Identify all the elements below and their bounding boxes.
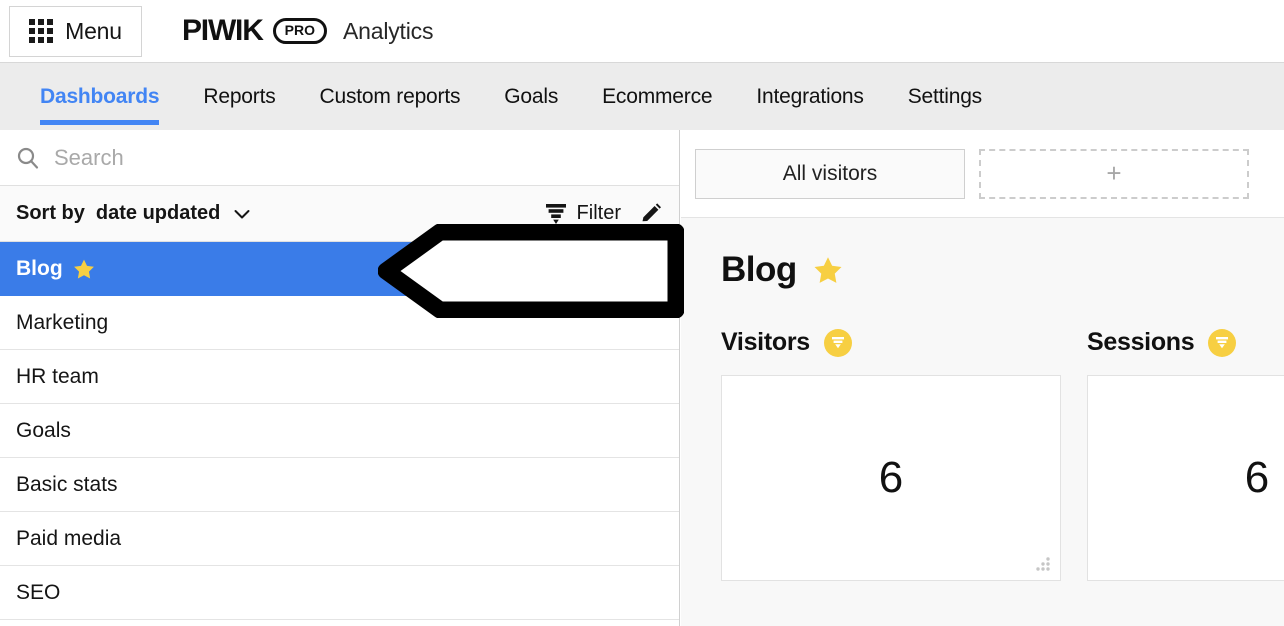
filter-button-label: Filter: [576, 202, 621, 224]
dashboard-item-goals[interactable]: Goals: [0, 404, 679, 458]
resize-grip-icon[interactable]: [1034, 555, 1052, 573]
dashboard-main-panel: All visitors + Blog Visitors 6 Sessions …: [681, 130, 1284, 626]
tab-custom-reports-label: Custom reports: [319, 85, 461, 108]
dashboard-item-label: Goals: [16, 418, 71, 442]
dashboard-item-label: Basic stats: [16, 472, 118, 496]
add-segment-button[interactable]: +: [979, 148, 1249, 199]
segment-all-visitors-label: All visitors: [782, 161, 878, 185]
pencil-icon[interactable]: [639, 202, 663, 226]
star-icon[interactable]: [73, 258, 95, 280]
dashboard-item-label: HR team: [16, 364, 99, 388]
dashboard-item-paid-media[interactable]: Paid media: [0, 512, 679, 566]
dashboard-item-label: SEO: [16, 580, 61, 604]
dashboard-sidebar: Sort by date updated Filter: [0, 130, 680, 626]
brand-logo: PIWIK PRO Analytics: [182, 14, 433, 48]
funnel-glyph-icon: [831, 337, 844, 349]
widget-header: Visitors: [721, 328, 1061, 357]
menu-button[interactable]: Menu: [9, 5, 142, 57]
tab-integrations[interactable]: Integrations: [734, 63, 885, 131]
segment-all-visitors-button[interactable]: All visitors: [695, 148, 965, 199]
widget-grid: Visitors 6 Sessions 6: [681, 290, 1284, 581]
dashboard-item-blog[interactable]: Blog: [0, 242, 679, 296]
tab-goals-label: Goals: [504, 85, 559, 108]
tab-reports-label: Reports: [203, 85, 276, 108]
tab-settings-label: Settings: [907, 85, 982, 108]
top-bar: Menu PIWIK PRO Analytics: [0, 0, 1284, 62]
sort-row-actions: Filter: [545, 202, 663, 226]
widget-value: 6: [1244, 453, 1270, 502]
widget-title: Visitors: [721, 328, 810, 356]
funnel-glyph-icon: [1216, 337, 1229, 349]
sort-by-value[interactable]: date updated: [96, 202, 220, 225]
product-name: Analytics: [343, 17, 434, 44]
dashboard-item-label: Paid media: [16, 526, 122, 550]
tab-custom-reports[interactable]: Custom reports: [298, 63, 483, 131]
funnel-icon[interactable]: [1208, 328, 1237, 357]
tab-reports[interactable]: Reports: [181, 63, 297, 131]
funnel-icon: [545, 203, 566, 224]
tab-dashboards-label: Dashboards: [40, 85, 160, 108]
widget-value: 6: [878, 453, 904, 502]
tab-settings[interactable]: Settings: [886, 63, 1004, 131]
page-title: Blog: [721, 250, 797, 289]
widget-sessions: Sessions 6: [1087, 328, 1284, 581]
chevron-down-icon[interactable]: [234, 209, 250, 219]
menu-button-label: Menu: [65, 17, 122, 44]
dashboard-list: Blog Marketing HR team Goals Basic stats…: [0, 242, 679, 620]
brand-pro-badge: PRO: [272, 18, 328, 44]
main-navigation: Dashboards Reports Custom reports Goals …: [0, 62, 1284, 130]
tab-dashboards[interactable]: Dashboards: [18, 63, 181, 131]
tab-integrations-label: Integrations: [756, 85, 864, 108]
dashboard-item-label: Marketing: [16, 310, 109, 334]
dashboard-item-seo[interactable]: SEO: [0, 566, 679, 620]
brand-name: PIWIK: [182, 14, 264, 47]
sort-by-label: Sort by: [16, 202, 85, 224]
search-input[interactable]: [54, 144, 614, 171]
widget-header: Sessions: [1087, 328, 1284, 357]
grid-icon: [29, 19, 54, 43]
dashboard-item-basic-stats[interactable]: Basic stats: [0, 458, 679, 512]
search-row: [0, 130, 679, 186]
dashboard-item-hr-team[interactable]: HR team: [0, 350, 679, 404]
dashboard-item-marketing[interactable]: Marketing: [0, 296, 679, 350]
sort-row: Sort by date updated Filter: [0, 186, 679, 242]
star-icon[interactable]: [813, 255, 843, 285]
tab-ecommerce-label: Ecommerce: [602, 85, 713, 108]
app-root: Menu PIWIK PRO Analytics Dashboards Repo…: [0, 0, 1284, 626]
plus-icon: +: [1106, 158, 1122, 188]
widget-title: Sessions: [1087, 328, 1195, 356]
segment-bar: All visitors +: [681, 130, 1284, 218]
widget-visitors: Visitors 6: [721, 328, 1061, 581]
dashboard-item-label: Blog: [16, 256, 63, 280]
funnel-icon[interactable]: [823, 328, 852, 357]
filter-button[interactable]: Filter: [545, 202, 621, 226]
widget-card[interactable]: 6: [1087, 375, 1284, 581]
tab-goals[interactable]: Goals: [482, 63, 580, 131]
dashboard-title-row: Blog: [681, 218, 1284, 290]
tab-ecommerce[interactable]: Ecommerce: [580, 63, 734, 131]
widget-card[interactable]: 6: [721, 375, 1061, 581]
search-icon: [17, 147, 39, 169]
